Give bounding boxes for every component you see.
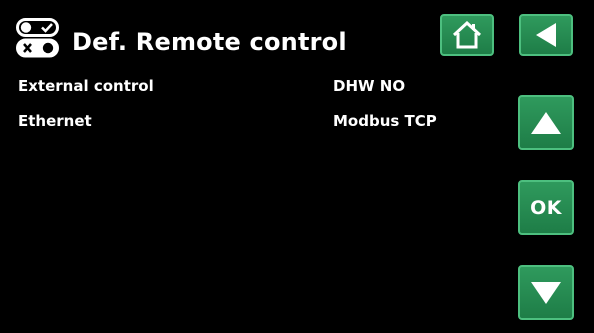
- setting-value-ethernet[interactable]: Modbus TCP: [333, 111, 437, 131]
- home-button[interactable]: [440, 14, 494, 56]
- setting-value-external-control[interactable]: DHW NO: [333, 76, 405, 96]
- down-arrow-icon: [531, 281, 561, 304]
- down-button[interactable]: [518, 265, 574, 320]
- setting-label-ethernet: Ethernet: [18, 112, 92, 130]
- remote-control-switches-icon: [16, 18, 59, 58]
- back-button[interactable]: [519, 14, 573, 56]
- up-arrow-icon: [531, 111, 561, 134]
- remote-control-screen: Def. Remote control External control DHW…: [0, 0, 594, 333]
- ok-button[interactable]: OK: [518, 180, 574, 235]
- home-icon: [452, 21, 482, 49]
- ok-button-label: OK: [530, 196, 562, 219]
- up-button[interactable]: [518, 95, 574, 150]
- back-arrow-icon: [536, 23, 556, 47]
- page-title: Def. Remote control: [72, 28, 347, 56]
- setting-label-external-control: External control: [18, 77, 154, 95]
